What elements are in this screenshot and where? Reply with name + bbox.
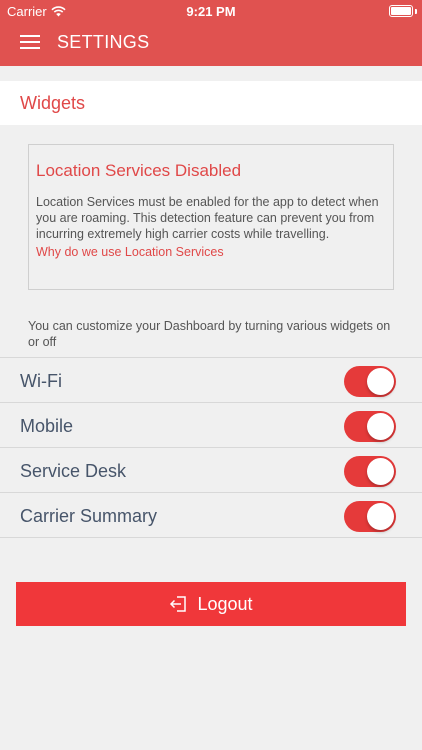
carrier-summary-toggle[interactable] [344,501,396,532]
top-bar: Carrier 9:21 PM SETTINGS [0,0,422,66]
toggle-knob [367,458,394,485]
widget-label: Service Desk [20,461,127,481]
widget-row-mobile: Mobile [0,403,422,448]
widgets-section-header: Widgets [0,81,422,125]
battery-icon [389,5,413,17]
widget-row-wifi: Wi-Fi [0,358,422,403]
navigation-bar: SETTINGS [0,22,422,66]
location-services-notice: Location Services Disabled Location Serv… [28,144,394,290]
widget-label: Wi-Fi [20,371,62,391]
logout-icon [170,596,187,612]
toggle-knob [367,503,394,530]
wifi-toggle[interactable] [344,366,396,397]
notice-title: Location Services Disabled [36,161,242,180]
battery-cap [415,9,417,14]
logout-button[interactable]: Logout [16,582,406,626]
widget-label: Carrier Summary [20,506,158,526]
settings-screen: Carrier 9:21 PM SETTINGS Widgets Locatio… [0,0,422,750]
widget-list: Wi-Fi Mobile Service Desk Carrier Summar… [0,357,422,538]
service-desk-toggle[interactable] [344,456,396,487]
widget-row-carrier-summary: Carrier Summary [0,493,422,538]
toggle-knob [367,413,394,440]
notice-body: Location Services must be enabled for th… [36,195,379,241]
location-services-link[interactable]: Why do we use Location Services [36,245,224,259]
status-bar: Carrier 9:21 PM [0,0,422,22]
toggle-knob [367,368,394,395]
mobile-toggle[interactable] [344,411,396,442]
logout-label: Logout [197,593,253,614]
widget-label: Mobile [20,416,74,436]
status-time: 9:21 PM [186,4,236,19]
widget-row-service-desk: Service Desk [0,448,422,493]
page-title: SETTINGS [57,32,150,52]
hamburger-icon[interactable] [20,35,40,51]
helper-text: You can customize your Dashboard by turn… [28,319,391,349]
